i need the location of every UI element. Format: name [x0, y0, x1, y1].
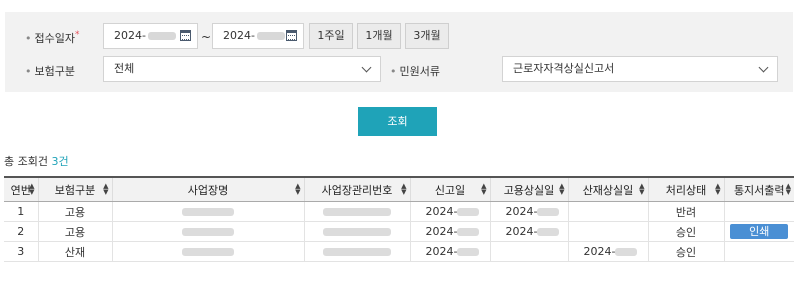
chevron-down-icon: [361, 62, 372, 73]
masked-text: [537, 228, 560, 236]
masked-text: [182, 228, 234, 236]
col-header-workplace-number[interactable]: 사업장관리번호 ▲ ▼: [303, 176, 410, 202]
sort-icon[interactable]: ▲ ▼: [29, 183, 34, 196]
row-workplace-name: [111, 241, 304, 262]
calendar-icon[interactable]: [286, 30, 297, 41]
row-workplace-name: [111, 201, 304, 222]
row-insurance-type: 고용: [37, 201, 112, 222]
table-row: 2 고용 2024- 2024- 승인 인쇄: [4, 221, 794, 242]
sort-icon[interactable]: ▲ ▼: [786, 183, 791, 196]
table-row: 1 고용 2024- 2024- 반려: [4, 201, 794, 222]
date-to-input[interactable]: 2024-: [212, 23, 304, 49]
bullet-icon: •: [390, 65, 397, 78]
masked-text: [615, 248, 638, 256]
masked-text: [182, 248, 234, 256]
insurance-type-label: • 보험구분: [25, 65, 75, 78]
calendar-icon[interactable]: [180, 30, 191, 41]
masked-text: [457, 228, 480, 236]
row-no: 1: [4, 201, 38, 222]
document-select[interactable]: 근로자자격상실신고서: [502, 56, 778, 82]
masked-text: [457, 248, 480, 256]
print-button[interactable]: 인쇄: [730, 224, 789, 239]
sort-icon[interactable]: ▲ ▼: [559, 183, 564, 196]
total-count: 총 조회건 3건: [4, 153, 69, 169]
row-notice-print: [723, 241, 794, 262]
row-industrial-loss-date: 2024-: [567, 241, 648, 262]
masked-text: [537, 208, 560, 216]
row-employment-loss-date: 2024-: [489, 201, 568, 222]
row-status: 승인: [647, 221, 724, 242]
masked-text: [323, 248, 391, 256]
sort-icon[interactable]: ▲ ▼: [295, 183, 300, 196]
col-header-workplace-name[interactable]: 사업장명 ▲ ▼: [111, 176, 304, 202]
insurance-type-select[interactable]: 전체: [103, 56, 381, 82]
sort-icon[interactable]: ▲ ▼: [481, 183, 486, 196]
row-industrial-loss-date: [567, 201, 648, 222]
col-header-insurance-type[interactable]: 보험구분 ▲ ▼: [37, 176, 112, 202]
row-report-date: 2024-: [409, 241, 490, 262]
masked-text: [323, 208, 391, 216]
date-to-value: 2024-: [223, 29, 255, 42]
col-header-industrial-loss-date[interactable]: 산재상실일 ▲ ▼: [567, 176, 648, 202]
row-notice-print: [723, 201, 794, 222]
row-workplace-name: [111, 221, 304, 242]
col-header-no[interactable]: 연번 ▲ ▼: [4, 176, 38, 202]
search-button[interactable]: 조회: [358, 107, 437, 136]
chevron-down-icon: [758, 62, 769, 73]
period-3month-button[interactable]: 3개월: [405, 23, 449, 49]
period-1month-button[interactable]: 1개월: [357, 23, 401, 49]
sort-icon[interactable]: ▲ ▼: [639, 183, 644, 196]
masked-text: [457, 208, 480, 216]
row-insurance-type: 고용: [37, 221, 112, 242]
result-table: 연번 ▲ ▼ 보험구분 ▲ ▼ 사업장명 ▲ ▼ 사업장관리번호 ▲ ▼ 신고일 ▲ ▼ 고용상실일…: [4, 176, 794, 262]
col-header-notice-print[interactable]: 통지서출력 ▲ ▼: [723, 176, 794, 202]
bullet-icon: •: [25, 32, 32, 45]
row-report-date: 2024-: [409, 201, 490, 222]
sort-icon[interactable]: ▲ ▼: [401, 183, 406, 196]
row-employment-loss-date: [489, 241, 568, 262]
date-separator: ~: [201, 30, 212, 44]
row-workplace-number: [303, 221, 410, 242]
sort-icon[interactable]: ▲ ▼: [715, 183, 720, 196]
date-from-input[interactable]: 2024-: [103, 23, 198, 49]
required-mark: *: [74, 30, 80, 40]
table-row: 3 산재 2024- 2024- 승인: [4, 241, 794, 262]
row-report-date: 2024-: [409, 221, 490, 242]
col-header-employment-loss-date[interactable]: 고용상실일 ▲ ▼: [489, 176, 568, 202]
col-header-status[interactable]: 처리상태 ▲ ▼: [647, 176, 724, 202]
total-count-value: 3건: [51, 155, 69, 168]
total-prefix: 총 조회건: [4, 155, 48, 168]
document-value: 근로자자격상실신고서: [513, 62, 615, 75]
row-notice-print: 인쇄: [723, 221, 794, 242]
row-workplace-number: [303, 241, 410, 262]
row-no: 2: [4, 221, 38, 242]
sort-icon[interactable]: ▲ ▼: [103, 183, 108, 196]
row-status: 승인: [647, 241, 724, 262]
row-workplace-number: [303, 201, 410, 222]
receipt-date-label: • 접수일자*: [25, 30, 80, 45]
masked-text: [182, 208, 234, 216]
row-employment-loss-date: 2024-: [489, 221, 568, 242]
insurance-type-value: 전체: [114, 62, 135, 75]
date-to-masked: [256, 32, 285, 40]
date-from-value: 2024-: [114, 29, 146, 42]
date-from-masked: [147, 32, 176, 40]
table-header-row: 연번 ▲ ▼ 보험구분 ▲ ▼ 사업장명 ▲ ▼ 사업장관리번호 ▲ ▼ 신고일 ▲ ▼ 고용상실일…: [4, 176, 794, 202]
period-1week-button[interactable]: 1주일: [309, 23, 353, 49]
row-industrial-loss-date: [567, 221, 648, 242]
bullet-icon: •: [25, 65, 32, 78]
row-status: 반려: [647, 201, 724, 222]
row-no: 3: [4, 241, 38, 262]
document-label: • 민원서류: [390, 65, 440, 78]
masked-text: [323, 228, 391, 236]
col-header-report-date[interactable]: 신고일 ▲ ▼: [409, 176, 490, 202]
row-insurance-type: 산재: [37, 241, 112, 262]
